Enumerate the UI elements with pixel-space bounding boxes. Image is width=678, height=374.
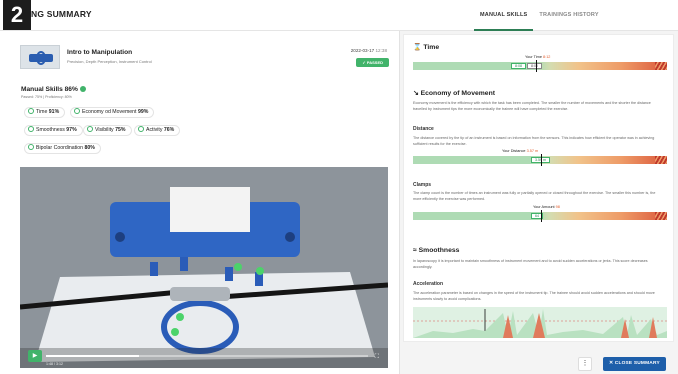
time-marker-text: Your Time bbox=[525, 55, 542, 59]
chip-label: Bipolar Coordination bbox=[36, 145, 84, 151]
chip-time[interactable]: Time 91% bbox=[24, 107, 66, 118]
page-title: NG SUMMARY bbox=[31, 9, 92, 19]
chip-smoothness[interactable]: Smoothness 97% bbox=[24, 125, 83, 136]
distance-marker-value: 3.57 m bbox=[526, 149, 539, 153]
time-title: Time bbox=[423, 44, 440, 51]
chip-economy[interactable]: Economy od Movement 99% bbox=[70, 107, 155, 118]
score-ring-icon bbox=[138, 126, 144, 132]
chip-value: 76% bbox=[163, 127, 175, 133]
fullscreen-icon[interactable]: ⛶ bbox=[375, 354, 379, 361]
close-icon: ✕ bbox=[609, 361, 614, 366]
acceleration-desc: The acceleration parameter is based on c… bbox=[413, 291, 655, 301]
training-thumbnail bbox=[20, 45, 60, 69]
step-badge: 2 bbox=[3, 0, 31, 30]
economy-title: Economy of Movement bbox=[420, 90, 495, 97]
distance-title: Distance bbox=[413, 126, 434, 132]
clamps-title: Clamps bbox=[413, 182, 432, 188]
smoothness-title: Smoothness bbox=[418, 247, 460, 254]
chip-label: Time bbox=[36, 109, 48, 115]
distance-bar: 3.59 m bbox=[413, 156, 667, 164]
route-icon: ↘ bbox=[413, 90, 419, 97]
distance-desc: The distance covered by the tip of an in… bbox=[413, 136, 655, 146]
video-controls: ▶ 1:48 / 3:12 ⛶ bbox=[20, 348, 388, 368]
training-title: Intro to Manipulation bbox=[67, 49, 133, 56]
manual-skills-label: Manual Skills 86% bbox=[21, 86, 78, 93]
video-scrubber[interactable] bbox=[46, 355, 368, 357]
status-badge: ✓ PASSED bbox=[356, 58, 389, 67]
clamps-marker-value: 98 bbox=[555, 205, 560, 209]
clamps-marker-text: Your Amount bbox=[533, 205, 555, 209]
right-column: ⌛ Time Your Time 8:12 8:08 8:00 ↘ Econom… bbox=[399, 31, 678, 374]
distance-marker-text: Your Distance bbox=[502, 149, 526, 153]
chip-value: 75% bbox=[115, 127, 126, 133]
time-left-value: 8:08 bbox=[511, 63, 526, 69]
time-marker-value: 8:12 bbox=[543, 55, 551, 59]
training-date: 2022-03-17 bbox=[350, 48, 375, 53]
time-bar: 8:08 8:00 bbox=[413, 62, 667, 70]
manual-skills-subtitle: Passed: 75% | Proficiency: 80% bbox=[21, 95, 72, 99]
training-datetime: 2022-03-17 12:38 bbox=[351, 48, 387, 53]
exercise-video[interactable]: ▶ 1:48 / 3:12 ⛶ bbox=[20, 167, 388, 368]
smoothness-desc: In laparoscopy it is important to mainta… bbox=[413, 259, 648, 269]
score-ring-icon bbox=[87, 126, 93, 132]
time-heading: ⌛ Time bbox=[413, 43, 439, 51]
smoothness-icon: ≈ bbox=[413, 247, 417, 254]
tab-manual-skills[interactable]: MANUAL SKILLS bbox=[474, 0, 534, 31]
score-ring-icon bbox=[28, 126, 34, 132]
training-card: Intro to Manipulation Precision, Depth P… bbox=[20, 45, 389, 71]
chip-label: Activity bbox=[146, 127, 163, 133]
chip-value: 99% bbox=[137, 109, 149, 115]
chip-bipolar[interactable]: Bipolar Coordination 80% bbox=[24, 143, 101, 154]
chip-value: 97% bbox=[66, 127, 77, 133]
acceleration-plot bbox=[413, 309, 667, 338]
economy-heading: ↘ Economy of Movement bbox=[413, 89, 495, 97]
chip-visibility[interactable]: Visibility 75% bbox=[83, 125, 132, 136]
chip-activity[interactable]: Activity 76% bbox=[134, 125, 181, 136]
close-summary-button[interactable]: ✕ CLOSE SUMMARY bbox=[603, 357, 666, 371]
score-ring-icon bbox=[28, 144, 34, 150]
distance-bar-stripe bbox=[655, 156, 667, 164]
manual-skills-title: Manual Skills 86% bbox=[21, 86, 86, 93]
hourglass-icon: ⌛ bbox=[413, 44, 422, 51]
video-frame bbox=[20, 167, 388, 368]
video-time: 1:48 / 3:12 bbox=[46, 362, 63, 366]
top-bar: 2 NG SUMMARY MANUAL SKILLS TRAININGS HIS… bbox=[0, 0, 678, 31]
clamps-bar: 64 bbox=[413, 212, 667, 220]
acceleration-graph bbox=[413, 307, 667, 338]
play-button[interactable]: ▶ bbox=[28, 350, 42, 362]
tab-trainings-history[interactable]: TRAININGS HISTORY bbox=[533, 0, 604, 31]
chip-label: Economy od Movement bbox=[82, 109, 137, 115]
score-ring-icon bbox=[74, 108, 80, 114]
clamps-marker-label: Your Amount 98 bbox=[533, 205, 560, 209]
training-subtitle: Precision, Depth Perception, Instrument … bbox=[67, 59, 152, 64]
time-marker-tick bbox=[536, 60, 537, 72]
chip-label: Visibility bbox=[95, 127, 114, 133]
video-progress bbox=[46, 355, 140, 357]
close-summary-label: CLOSE SUMMARY bbox=[614, 361, 660, 366]
more-options-button[interactable]: ⋮ bbox=[578, 357, 592, 371]
check-icon bbox=[79, 86, 86, 92]
clamps-desc: The clamp count is the number of times a… bbox=[413, 191, 656, 201]
chip-value: 80% bbox=[84, 145, 95, 151]
smoothness-heading: ≈ Smoothness bbox=[413, 247, 459, 254]
score-ring-icon bbox=[28, 108, 34, 114]
skills-detail-panel[interactable]: ⌛ Time Your Time 8:12 8:08 8:00 ↘ Econom… bbox=[403, 34, 674, 342]
economy-desc: Economy movement is the efficiency with … bbox=[413, 101, 651, 111]
clamps-marker-tick bbox=[541, 210, 542, 222]
clamps-bar-stripe bbox=[655, 212, 667, 220]
acceleration-title: Acceleration bbox=[413, 281, 444, 287]
training-time: 12:38 bbox=[375, 48, 388, 53]
time-right-value: 8:00 bbox=[527, 63, 542, 69]
distance-marker-label: Your Distance 3.57 m bbox=[502, 149, 538, 153]
status-label: PASSED bbox=[366, 60, 383, 65]
app-root: 2 NG SUMMARY MANUAL SKILLS TRAININGS HIS… bbox=[0, 0, 678, 374]
tab-bar: MANUAL SKILLS TRAININGS HISTORY bbox=[474, 0, 605, 31]
time-marker-label: Your Time 8:12 bbox=[525, 55, 550, 59]
time-bar-stripe bbox=[655, 62, 667, 70]
distance-marker-tick bbox=[541, 154, 542, 166]
chip-value: 91% bbox=[48, 109, 60, 115]
chip-label: Smoothness bbox=[36, 127, 65, 133]
